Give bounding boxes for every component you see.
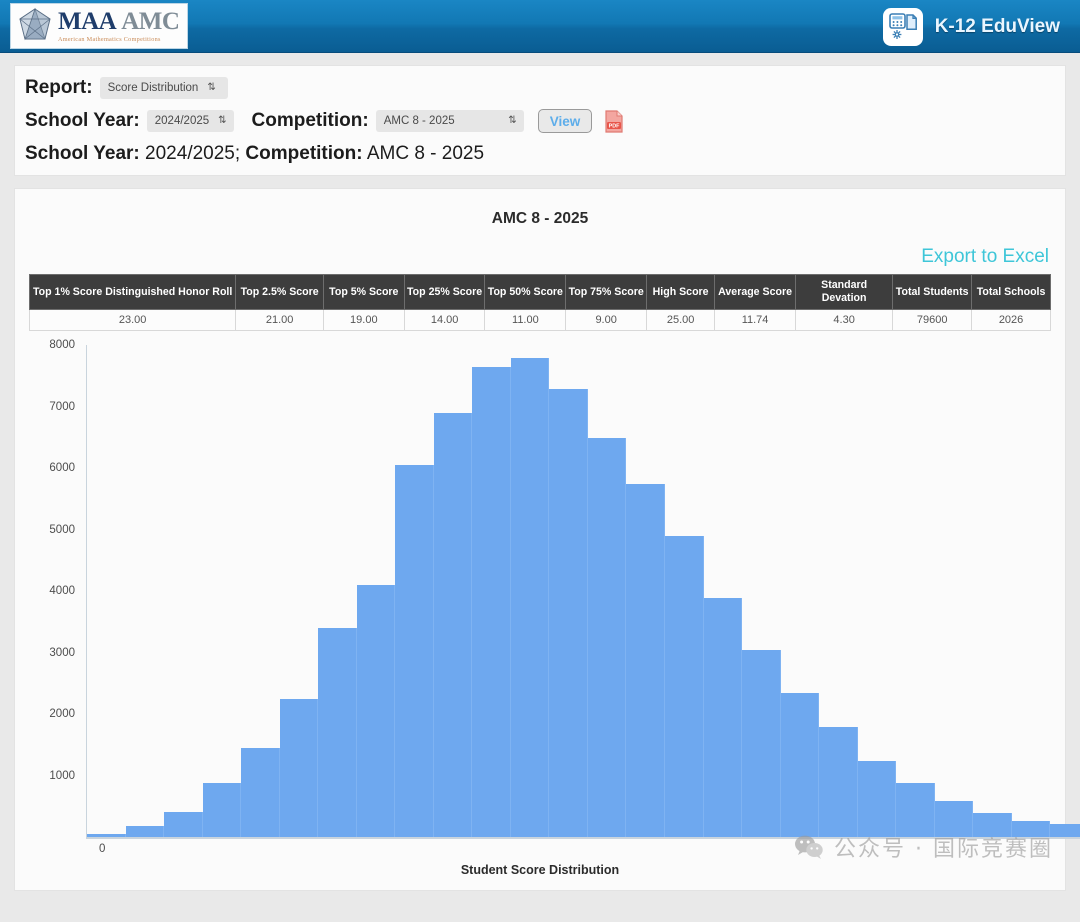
bar <box>318 628 357 837</box>
histogram-plot: 80007000600050004000300020001000 0 Stude… <box>29 345 1051 870</box>
pdf-icon[interactable]: PDF <box>604 110 624 133</box>
stats-value-cell: 21.00 <box>236 310 324 331</box>
logo-maa-text: MAA <box>58 8 116 35</box>
school-year-label: School Year: <box>25 110 140 132</box>
summary-year-value: 2024/2025; <box>145 143 240 164</box>
logo-subtitle: American Mathematics Competitions <box>58 37 179 43</box>
y-axis: 80007000600050004000300020001000 <box>29 345 81 835</box>
bar <box>395 465 434 837</box>
bar <box>819 727 858 838</box>
stats-value-cell: 19.00 <box>323 310 404 331</box>
bar <box>896 783 935 837</box>
y-axis-tick: 2000 <box>49 708 75 720</box>
chevron-updown-icon: ⇅ <box>207 83 215 93</box>
stats-header-cell: Top 25% Score <box>404 275 485 310</box>
report-select[interactable]: Score Distribution ⇅ <box>100 77 228 99</box>
stats-header-cell: Top 2.5% Score <box>236 275 324 310</box>
summary-competition-label: Competition: <box>245 143 362 164</box>
bar <box>164 812 203 838</box>
stats-value-cell: 14.00 <box>404 310 485 331</box>
top-banner: MAAAMC American Mathematics Competitions… <box>0 0 1080 53</box>
stats-header-cell: Top 50% Score <box>485 275 566 310</box>
brand-title: K-12 EduView <box>935 16 1060 38</box>
bar <box>241 748 280 837</box>
year-competition-row: School Year: 2024/2025 ⇅ Competition: AM… <box>25 109 1065 133</box>
stats-header-cell: Top 75% Score <box>566 275 647 310</box>
bar <box>1012 821 1051 838</box>
bar <box>434 413 473 837</box>
export-to-excel-link[interactable]: Export to Excel <box>29 246 1049 268</box>
bar <box>665 536 704 837</box>
y-axis-tick: 1000 <box>49 770 75 782</box>
stats-header-cell: Standard Devation <box>795 275 892 310</box>
stats-header-row: Top 1% Score Distinguished Honor RollTop… <box>30 275 1051 310</box>
stats-header-cell: Average Score <box>715 275 796 310</box>
chart-panel: AMC 8 - 2025 Export to Excel Top 1% Scor… <box>14 188 1066 891</box>
logo-amc-text: AMC <box>121 8 179 35</box>
school-year-select[interactable]: 2024/2025 ⇅ <box>147 110 234 132</box>
chevron-updown-icon: ⇅ <box>508 116 516 126</box>
bar <box>858 761 897 838</box>
bar-series <box>87 345 1080 837</box>
stats-header-cell: High Score <box>647 275 715 310</box>
bar <box>549 389 588 838</box>
chart-title: AMC 8 - 2025 <box>29 210 1051 228</box>
view-button[interactable]: View <box>538 109 593 133</box>
summary-year-label: School Year: <box>25 143 140 164</box>
y-axis-tick: 6000 <box>49 462 75 474</box>
report-select-value: Score Distribution <box>108 82 199 94</box>
report-label: Report: <box>25 77 93 99</box>
stats-value-cell: 23.00 <box>30 310 236 331</box>
y-axis-tick: 3000 <box>49 647 75 659</box>
report-row: Report: Score Distribution ⇅ <box>25 77 1065 99</box>
bar <box>935 801 974 838</box>
x-axis-tick-zero: 0 <box>99 843 105 855</box>
bar <box>626 484 665 838</box>
y-axis-tick: 7000 <box>49 401 75 413</box>
stats-value-cell: 2026 <box>972 310 1051 331</box>
bar <box>511 358 550 838</box>
y-axis-tick: 8000 <box>49 339 75 351</box>
bar <box>280 699 319 837</box>
y-axis-tick: 5000 <box>49 524 75 536</box>
svg-text:PDF: PDF <box>609 123 620 129</box>
maa-icosahedron-icon <box>15 6 55 46</box>
summary-competition-value: AMC 8 - 2025 <box>367 143 484 164</box>
competition-label: Competition: <box>252 110 369 132</box>
x-axis-line <box>86 837 1080 839</box>
stats-value-cell: 11.74 <box>715 310 796 331</box>
bar <box>126 826 165 837</box>
stats-header-cell: Top 1% Score Distinguished Honor Roll <box>30 275 236 310</box>
bar <box>781 693 820 838</box>
stats-header-cell: Total Schools <box>972 275 1051 310</box>
brand-block: K-12 EduView <box>883 0 1060 53</box>
competition-select[interactable]: AMC 8 - 2025 ⇅ <box>376 110 524 132</box>
selection-summary: School Year: 2024/2025; Competition: AMC… <box>25 143 1065 165</box>
stats-header-cell: Total Students <box>893 275 972 310</box>
bar <box>973 813 1012 838</box>
bar <box>742 650 781 838</box>
stats-value-cell: 11.00 <box>485 310 566 331</box>
bar <box>357 585 396 837</box>
stats-value-cell: 4.30 <box>795 310 892 331</box>
chevron-updown-icon: ⇅ <box>218 116 226 126</box>
stats-value-row: 23.0021.0019.0014.0011.009.0025.0011.744… <box>30 310 1051 331</box>
bar <box>203 783 242 837</box>
stats-value-cell: 25.00 <box>647 310 715 331</box>
competition-select-value: AMC 8 - 2025 <box>384 115 455 127</box>
maa-amc-logo: MAAAMC American Mathematics Competitions <box>10 3 188 49</box>
bar <box>472 367 511 837</box>
filters-panel: Report: Score Distribution ⇅ School Year… <box>14 65 1066 176</box>
stats-value-cell: 79600 <box>893 310 972 331</box>
y-axis-tick: 4000 <box>49 585 75 597</box>
stats-header-cell: Top 5% Score <box>323 275 404 310</box>
school-year-select-value: 2024/2025 <box>155 115 209 127</box>
x-axis-label: Student Score Distribution <box>29 863 1051 877</box>
stats-table: Top 1% Score Distinguished Honor RollTop… <box>29 274 1051 331</box>
bar <box>704 598 743 838</box>
bar <box>1050 824 1080 838</box>
calculator-document-icon <box>883 8 923 46</box>
stats-value-cell: 9.00 <box>566 310 647 331</box>
bar <box>588 438 627 838</box>
